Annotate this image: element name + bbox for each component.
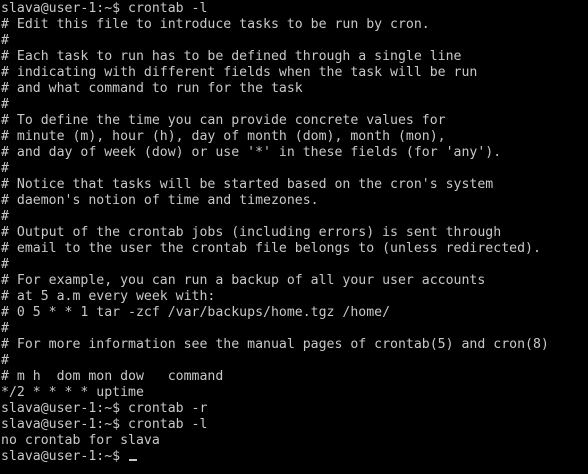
terminal-line: # For example, you can run a backup of a… (1, 273, 486, 288)
terminal-line: # indicating with different fields when … (1, 65, 478, 80)
terminal-line: # Each task to run has to be defined thr… (1, 49, 462, 64)
prompt-text: slava@user-1:~$ (1, 449, 129, 464)
prompt-line[interactable]: slava@user-1:~$ (1, 449, 588, 465)
terminal-line: slava@user-1:~$ crontab -l (1, 417, 208, 432)
terminal-line: # m h dom mon dow command (1, 369, 224, 384)
terminal-line: # (1, 353, 9, 368)
terminal-line: slava@user-1:~$ crontab -l (1, 1, 208, 16)
terminal-line: # (1, 321, 9, 336)
terminal-line: # For more information see the manual pa… (1, 337, 549, 352)
terminal-line: # (1, 257, 9, 272)
terminal-line: # minute (m), hour (h), day of month (do… (1, 129, 446, 144)
terminal-line: # at 5 a.m every week with: (1, 289, 216, 304)
terminal-line: # daemon's notion of time and timezones. (1, 193, 319, 208)
terminal-line: # 0 5 * * 1 tar -zcf /var/backups/home.t… (1, 305, 391, 320)
cursor-icon (129, 459, 138, 461)
terminal-line: # (1, 209, 9, 224)
terminal-output: slava@user-1:~$ crontab -l # Edit this f… (1, 1, 588, 465)
terminal-line: no crontab for slava (1, 433, 160, 448)
terminal-line: # (1, 161, 9, 176)
terminal-line: # email to the user the crontab file bel… (1, 241, 541, 256)
terminal-line: # (1, 97, 9, 112)
terminal-line: # Edit this file to introduce tasks to b… (1, 17, 430, 32)
terminal-window[interactable]: slava@user-1:~$ crontab -l # Edit this f… (0, 0, 588, 474)
terminal-line: slava@user-1:~$ crontab -r (1, 401, 208, 416)
terminal-line: # and what command to run for the task (1, 81, 303, 96)
terminal-line: # (1, 33, 9, 48)
terminal-line: */2 * * * * uptime (1, 385, 144, 400)
terminal-line: # To define the time you can provide con… (1, 113, 446, 128)
terminal-line: # Output of the crontab jobs (including … (1, 225, 502, 240)
terminal-line: # and day of week (dow) or use '*' in th… (1, 145, 502, 160)
terminal-line: # Notice that tasks will be started base… (1, 177, 494, 192)
